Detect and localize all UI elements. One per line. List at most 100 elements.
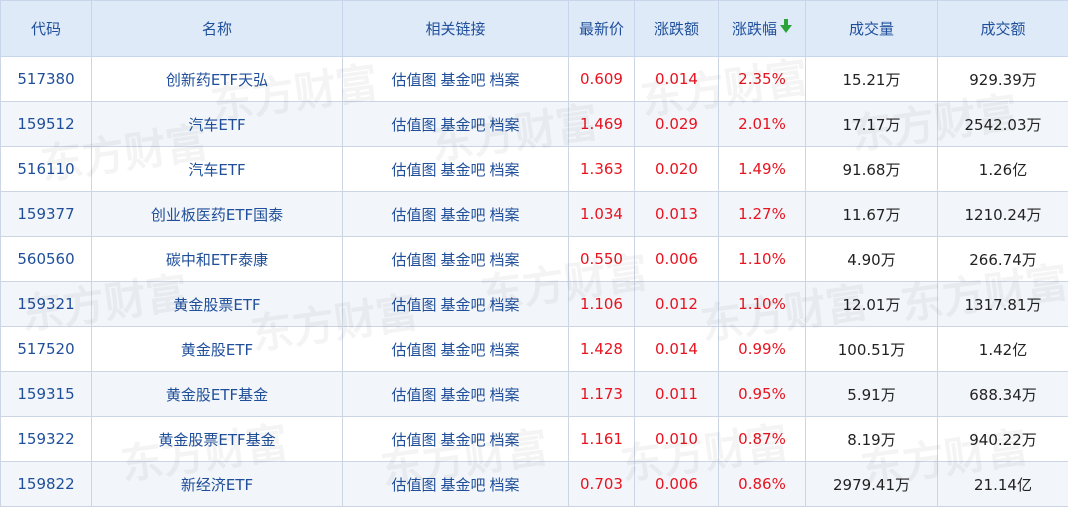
fund-name-link[interactable]: 黄金股票ETF xyxy=(92,282,343,327)
fund-profile-link[interactable]: 档案 xyxy=(490,386,520,404)
fund-profile-link[interactable]: 档案 xyxy=(490,251,520,269)
trade-amount: 2542.03万 xyxy=(938,102,1068,147)
price-change-pct: 0.86% xyxy=(719,462,806,507)
latest-price: 0.550 xyxy=(569,237,635,282)
valuation-chart-link[interactable]: 估值图 xyxy=(391,431,436,449)
price-change-pct: 0.87% xyxy=(719,417,806,462)
trade-volume: 12.01万 xyxy=(806,282,938,327)
table-row: 159321黄金股票ETF 估值图基金吧档案 1.1060.0121.10%12.0… xyxy=(1,282,1068,327)
related-links: 估值图基金吧档案 xyxy=(343,147,569,192)
valuation-chart-link[interactable]: 估值图 xyxy=(391,476,436,494)
latest-price: 1.428 xyxy=(569,327,635,372)
trade-volume: 91.68万 xyxy=(806,147,938,192)
price-change: 0.006 xyxy=(635,462,719,507)
header-price[interactable]: 最新价 xyxy=(569,1,635,57)
table-row: 516110汽车ETF估值图基金吧档案1.3630.0201.49%91.68万… xyxy=(1,147,1068,192)
trade-amount: 266.74万 xyxy=(938,237,1068,282)
fund-code-link[interactable]: 517520 xyxy=(1,327,92,372)
valuation-chart-link[interactable]: 估值图 xyxy=(391,161,436,179)
fund-forum-link[interactable]: 基金吧 xyxy=(440,251,485,269)
fund-code-link[interactable]: 517380 xyxy=(1,57,92,102)
valuation-chart-link[interactable]: 估值图 xyxy=(391,206,436,224)
header-change-pct[interactable]: 涨跌幅 xyxy=(719,1,806,57)
latest-price: 1.469 xyxy=(569,102,635,147)
fund-forum-link[interactable]: 基金吧 xyxy=(440,431,485,449)
etf-quote-table: 代码 名称 相关链接 最新价 涨跌额 涨跌幅 成交量 成交额 517380创新药… xyxy=(0,0,1068,507)
latest-price: 1.034 xyxy=(569,192,635,237)
fund-code-link[interactable]: 159322 xyxy=(1,417,92,462)
header-volume[interactable]: 成交量 xyxy=(806,1,938,57)
fund-forum-link[interactable]: 基金吧 xyxy=(440,116,485,134)
fund-code-link[interactable]: 159321 xyxy=(1,282,92,327)
trade-volume: 100.51万 xyxy=(806,327,938,372)
latest-price: 1.106 xyxy=(569,282,635,327)
price-change: 0.013 xyxy=(635,192,719,237)
fund-name-link[interactable]: 汽车ETF xyxy=(92,147,343,192)
fund-code-link[interactable]: 560560 xyxy=(1,237,92,282)
fund-forum-link[interactable]: 基金吧 xyxy=(440,206,485,224)
fund-forum-link[interactable]: 基金吧 xyxy=(440,296,485,314)
latest-price: 1.173 xyxy=(569,372,635,417)
latest-price: 1.363 xyxy=(569,147,635,192)
table-row: 159822新经济ETF估值图基金吧档案0.7030.0060.86%2979.… xyxy=(1,462,1068,507)
fund-profile-link[interactable]: 档案 xyxy=(490,206,520,224)
trade-volume: 8.19万 xyxy=(806,417,938,462)
table-row: 159377创业板医药ETF国泰估值图基金吧档案1.0340.0131.27%1… xyxy=(1,192,1068,237)
trade-volume: 5.91万 xyxy=(806,372,938,417)
fund-profile-link[interactable]: 档案 xyxy=(490,341,520,359)
latest-price: 0.609 xyxy=(569,57,635,102)
header-code[interactable]: 代码 xyxy=(1,1,92,57)
fund-profile-link[interactable]: 档案 xyxy=(490,476,520,494)
fund-code-link[interactable]: 516110 xyxy=(1,147,92,192)
header-amount[interactable]: 成交额 xyxy=(938,1,1068,57)
related-links: 估值图基金吧档案 xyxy=(343,57,569,102)
header-name[interactable]: 名称 xyxy=(92,1,343,57)
fund-code-link[interactable]: 159512 xyxy=(1,102,92,147)
table-row: 159322黄金股票ETF基金估值图基金吧档案1.1610.0100.87%8.… xyxy=(1,417,1068,462)
fund-name-link[interactable]: 创业板医药ETF国泰 xyxy=(92,192,343,237)
table-body: 517380创新药ETF天弘估值图基金吧档案0.6090.0142.35%15.… xyxy=(1,57,1068,507)
table-row: 560560碳中和ETF泰康估值图基金吧档案0.5500.0061.10%4.9… xyxy=(1,237,1068,282)
related-links: 估值图基金吧档案 xyxy=(343,192,569,237)
fund-name-link[interactable]: 黄金股票ETF基金 xyxy=(92,417,343,462)
fund-forum-link[interactable]: 基金吧 xyxy=(440,71,485,89)
fund-forum-link[interactable]: 基金吧 xyxy=(440,386,485,404)
fund-forum-link[interactable]: 基金吧 xyxy=(440,161,485,179)
valuation-chart-link[interactable]: 估值图 xyxy=(391,251,436,269)
fund-code-link[interactable]: 159377 xyxy=(1,192,92,237)
fund-profile-link[interactable]: 档案 xyxy=(490,296,520,314)
fund-name-link[interactable]: 黄金股ETF基金 xyxy=(92,372,343,417)
fund-profile-link[interactable]: 档案 xyxy=(490,161,520,179)
price-change: 0.020 xyxy=(635,147,719,192)
trade-volume: 4.90万 xyxy=(806,237,938,282)
related-links: 估值图基金吧档案 xyxy=(343,462,569,507)
fund-name-link[interactable]: 碳中和ETF泰康 xyxy=(92,237,343,282)
header-change[interactable]: 涨跌额 xyxy=(635,1,719,57)
price-change: 0.012 xyxy=(635,282,719,327)
price-change: 0.011 xyxy=(635,372,719,417)
price-change-pct: 1.10% xyxy=(719,237,806,282)
price-change: 0.014 xyxy=(635,57,719,102)
fund-profile-link[interactable]: 档案 xyxy=(490,431,520,449)
fund-name-link[interactable]: 新经济ETF xyxy=(92,462,343,507)
related-links: 估值图基金吧档案 xyxy=(343,237,569,282)
fund-code-link[interactable]: 159822 xyxy=(1,462,92,507)
fund-code-link[interactable]: 159315 xyxy=(1,372,92,417)
latest-price: 0.703 xyxy=(569,462,635,507)
fund-name-link[interactable]: 创新药ETF天弘 xyxy=(92,57,343,102)
valuation-chart-link[interactable]: 估值图 xyxy=(391,116,436,134)
fund-name-link[interactable]: 黄金股ETF xyxy=(92,327,343,372)
price-change-pct: 2.01% xyxy=(719,102,806,147)
fund-forum-link[interactable]: 基金吧 xyxy=(440,341,485,359)
fund-forum-link[interactable]: 基金吧 xyxy=(440,476,485,494)
valuation-chart-link[interactable]: 估值图 xyxy=(391,341,436,359)
trade-amount: 21.14亿 xyxy=(938,462,1068,507)
price-change-pct: 1.10% xyxy=(719,282,806,327)
table-header-row: 代码 名称 相关链接 最新价 涨跌额 涨跌幅 成交量 成交额 xyxy=(1,1,1068,57)
fund-profile-link[interactable]: 档案 xyxy=(490,116,520,134)
valuation-chart-link[interactable]: 估值图 xyxy=(391,296,436,314)
fund-profile-link[interactable]: 档案 xyxy=(490,71,520,89)
valuation-chart-link[interactable]: 估值图 xyxy=(391,71,436,89)
fund-name-link[interactable]: 汽车ETF xyxy=(92,102,343,147)
valuation-chart-link[interactable]: 估值图 xyxy=(391,386,436,404)
